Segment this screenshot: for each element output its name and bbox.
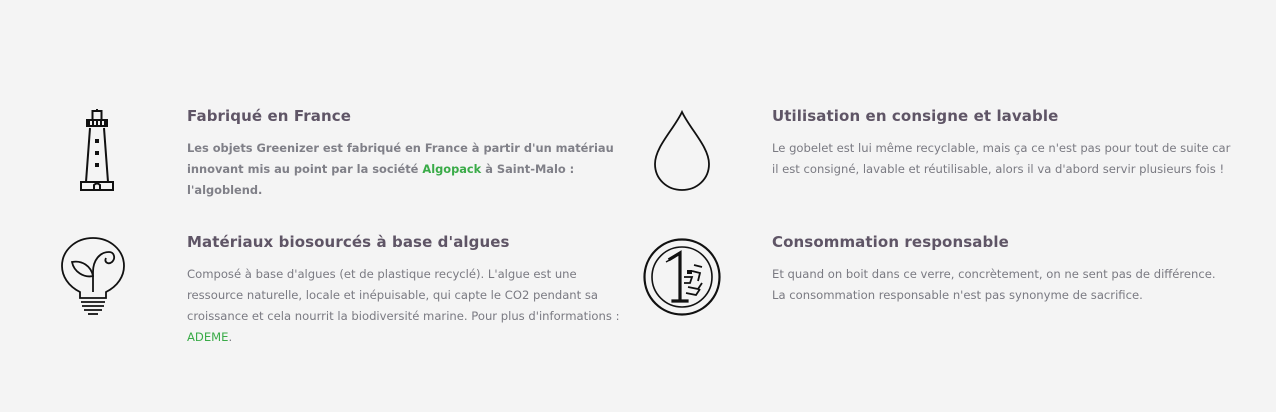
euro-coin-icon — [643, 238, 721, 316]
feature-reusable: Utilisation en consigne et lavable Le go… — [640, 0, 1276, 210]
feature-title: Matériaux biosourcés à base d'algues — [187, 233, 510, 251]
eco-bulb-icon — [61, 237, 125, 315]
water-drop-icon — [654, 109, 710, 191]
ademe-link[interactable]: ADEME — [187, 330, 229, 344]
feature-biosourced: Matériaux biosourcés à base d'algues Com… — [0, 210, 640, 412]
description-text: . — [228, 330, 233, 344]
feature-title: Utilisation en consigne et lavable — [772, 107, 1059, 125]
feature-responsible-consumption: Consommation responsable Et quand on boi… — [640, 210, 1276, 412]
feature-description: Et quand on boit dans ce verre, concrète… — [772, 267, 1216, 302]
feature-description: Le gobelet est lui même recyclable, mais… — [772, 141, 1231, 176]
feature-description: Les objets Greenizer est fabriqué en Fra… — [187, 138, 622, 201]
lighthouse-icon — [80, 109, 114, 191]
feature-title: Fabriqué en France — [187, 107, 352, 125]
feature-title: Consommation responsable — [772, 233, 1009, 251]
algopack-link[interactable]: Algopack — [422, 162, 481, 176]
feature-description: Composé à base d'algues (et de plastique… — [187, 264, 627, 348]
feature-made-in-france: Fabriqué en France Les objets Greenizer … — [0, 0, 640, 210]
description-text: Composé à base d'algues (et de plastique… — [187, 267, 620, 323]
